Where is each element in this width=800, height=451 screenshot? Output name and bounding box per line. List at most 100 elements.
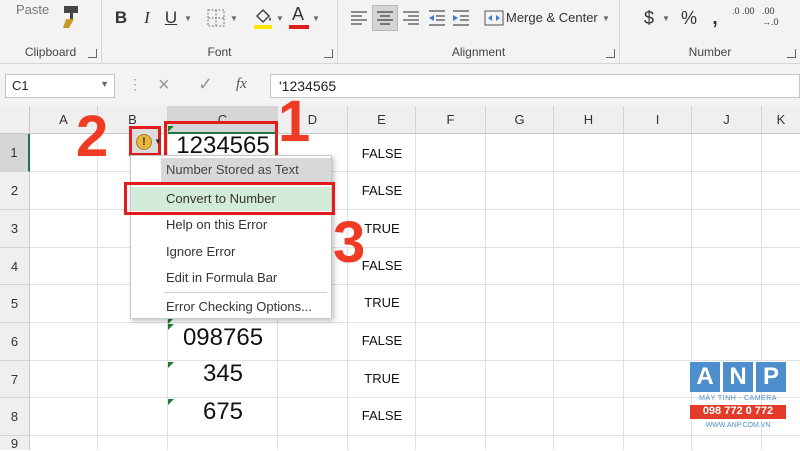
menu-item-help-on-error[interactable]: Help on this Error: [131, 213, 331, 237]
alignment-launcher-icon[interactable]: [606, 49, 615, 58]
format-painter-icon[interactable]: [60, 4, 84, 30]
increase-decimal-button[interactable]: .0 .00: [732, 6, 756, 32]
menu-item-label: Ignore Error: [166, 244, 236, 259]
row-header-9[interactable]: 9: [0, 436, 30, 451]
cell-e5[interactable]: TRUE: [348, 295, 416, 310]
number-group: $ ▼ % , .0 .00 .00 →.0 Number: [620, 0, 800, 64]
logo-subtitle: MÁY TÍNH - CAMERA: [699, 395, 777, 402]
anp-logo: A N P MÁY TÍNH - CAMERA 098 772 0 772 WW…: [690, 362, 786, 442]
fill-color-icon[interactable]: [252, 6, 274, 30]
align-center-icon[interactable]: [372, 5, 398, 31]
align-left-icon[interactable]: [348, 7, 370, 29]
menu-item-label: Edit in Formula Bar: [166, 270, 278, 285]
paste-button[interactable]: Paste: [16, 2, 49, 17]
alignment-group-label: Alignment: [451, 45, 506, 59]
name-box[interactable]: C1 ▼: [5, 74, 115, 98]
error-indicator-icon: [168, 362, 174, 368]
row-header-3[interactable]: 3: [0, 210, 30, 248]
cell-e1[interactable]: FALSE: [348, 146, 416, 161]
merge-dropdown-icon[interactable]: ▼: [600, 6, 612, 30]
font-launcher-icon[interactable]: [324, 49, 333, 58]
underline-dropdown-icon[interactable]: ▼: [182, 6, 194, 30]
cell-e7[interactable]: TRUE: [348, 371, 416, 386]
cell-c6[interactable]: 098765: [168, 324, 278, 352]
comma-style-button[interactable]: ,: [704, 6, 726, 30]
font-group-label: Font: [207, 45, 232, 59]
chevron-down-icon: ▼: [154, 137, 162, 146]
formula-input[interactable]: '1234565: [270, 74, 800, 98]
borders-icon[interactable]: [206, 8, 226, 28]
column-header-h[interactable]: H: [554, 106, 624, 134]
logo-url: WWW.ANP.COM.VN: [705, 422, 771, 429]
row-header-2[interactable]: 2: [0, 172, 30, 210]
formula-bar: C1 ▼ ⋮ × ✓ fx '1234565: [0, 64, 800, 106]
menu-item-edit-in-formula-bar[interactable]: Edit in Formula Bar: [131, 266, 331, 290]
step-number-3: 3: [333, 210, 366, 275]
logo-phone: 098 772 0 772: [690, 405, 786, 419]
error-checking-button[interactable]: ! ▼: [129, 126, 162, 156]
bold-button[interactable]: B: [110, 6, 132, 30]
logo-letter-a: A: [690, 362, 720, 392]
menu-item-label: Error Checking Options...: [166, 299, 312, 314]
cell-c7[interactable]: 345: [168, 360, 278, 388]
currency-button[interactable]: $: [638, 6, 660, 30]
decrease-indent-icon[interactable]: [426, 7, 448, 29]
column-header-e[interactable]: E: [348, 106, 416, 134]
column-header-i[interactable]: I: [624, 106, 692, 134]
row-header-1[interactable]: 1: [0, 134, 30, 172]
decrease-decimal-button[interactable]: .00 →.0: [762, 6, 792, 32]
cell-c8[interactable]: 675: [168, 398, 278, 426]
align-right-icon[interactable]: [400, 7, 422, 29]
enter-icon[interactable]: ✓: [198, 74, 213, 95]
menu-item-ignore-error[interactable]: Ignore Error: [131, 240, 331, 264]
grid-line: [30, 397, 800, 398]
grid-line: [30, 322, 800, 323]
cell-e6[interactable]: FALSE: [348, 333, 416, 348]
step-number-2: 2: [76, 104, 109, 169]
fill-color-dropdown-icon[interactable]: ▼: [274, 6, 286, 30]
select-all-corner[interactable]: [0, 106, 30, 134]
percent-button[interactable]: %: [678, 6, 700, 30]
font-color-dropdown-icon[interactable]: ▼: [310, 6, 322, 30]
insert-function-button[interactable]: fx: [236, 76, 247, 93]
column-header-k[interactable]: K: [762, 106, 800, 134]
merge-center-button[interactable]: Merge & Center: [506, 10, 598, 25]
italic-button[interactable]: I: [136, 6, 158, 30]
grid-line: [553, 134, 554, 450]
row-header-7[interactable]: 7: [0, 361, 30, 398]
cell-e8[interactable]: FALSE: [348, 408, 416, 423]
name-box-value: C1: [12, 78, 29, 93]
ribbon: Paste Clipboard B I U ▼ ▼ ▼ A ▼ Font Mer…: [0, 0, 800, 64]
merge-center-icon[interactable]: [484, 7, 504, 29]
grid-line: [415, 134, 416, 450]
name-box-dropdown-icon[interactable]: ▼: [100, 79, 109, 89]
error-indicator-icon: [168, 126, 174, 132]
underline-button[interactable]: U: [160, 6, 182, 30]
column-header-f[interactable]: F: [416, 106, 486, 134]
spreadsheet-grid[interactable]: A B C D E F G H I J K 1 2 3 4 5 6 7 8 9 …: [0, 106, 800, 451]
row-header-4[interactable]: 4: [0, 248, 30, 285]
column-header-j[interactable]: J: [692, 106, 762, 134]
borders-dropdown-icon[interactable]: ▼: [228, 6, 240, 30]
increase-indent-icon[interactable]: [450, 7, 472, 29]
error-indicator-icon: [168, 324, 174, 330]
menu-item-error-checking-options[interactable]: Error Checking Options...: [131, 295, 331, 319]
step-number-1: 1: [278, 89, 311, 154]
number-group-label: Number: [688, 45, 732, 59]
number-launcher-icon[interactable]: [787, 49, 796, 58]
font-color-button[interactable]: A: [288, 4, 310, 30]
alignment-group: Merge & Center ▼ Alignment: [338, 0, 620, 64]
row-header-5[interactable]: 5: [0, 285, 30, 323]
cancel-icon[interactable]: ×: [158, 74, 170, 97]
clipboard-launcher-icon[interactable]: [88, 49, 97, 58]
font-color-swatch: [289, 25, 309, 29]
formula-bar-grip-icon[interactable]: ⋮: [128, 76, 142, 96]
clipboard-group: Paste Clipboard: [0, 0, 102, 64]
currency-dropdown-icon[interactable]: ▼: [660, 6, 672, 30]
column-header-g[interactable]: G: [486, 106, 554, 134]
cell-e2[interactable]: FALSE: [348, 183, 416, 198]
row-header-8[interactable]: 8: [0, 398, 30, 436]
grid-line: [30, 360, 800, 361]
row-header-6[interactable]: 6: [0, 323, 30, 361]
menu-separator: [164, 292, 327, 293]
